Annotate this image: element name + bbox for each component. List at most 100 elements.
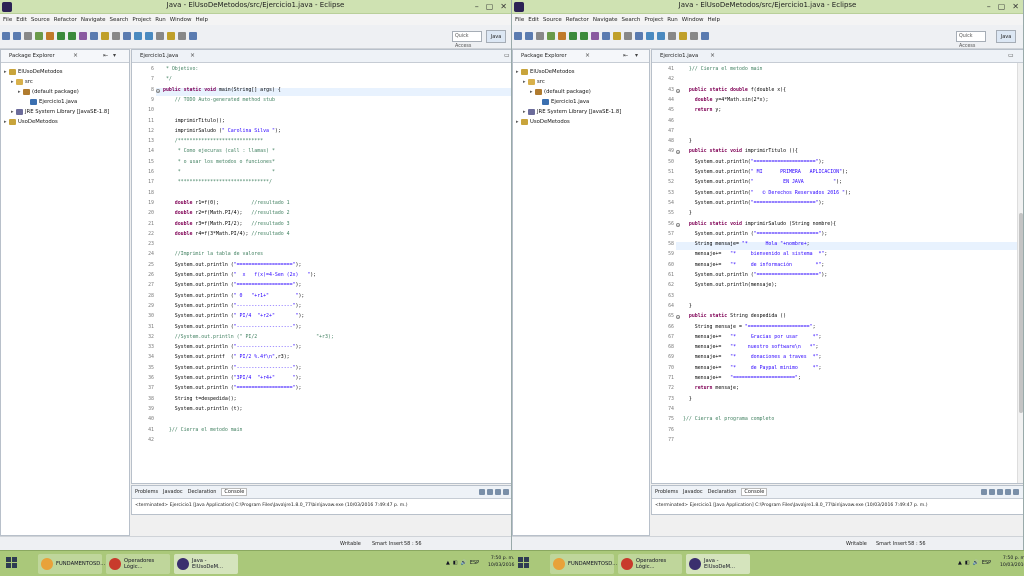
toolbar-tool-icon[interactable] — [123, 32, 131, 40]
input-language[interactable]: ESP — [470, 560, 479, 566]
taskbar-app-button[interactable]: Operadores Lógic... — [618, 554, 682, 574]
toolbar-tool-icon[interactable] — [624, 32, 632, 40]
menu-navigate[interactable]: Navigate — [81, 17, 106, 23]
toolbar-tool-icon[interactable] — [13, 32, 21, 40]
show-hidden-icon[interactable]: ▲ — [958, 560, 962, 566]
tab-javadoc[interactable]: Javadoc — [683, 489, 703, 495]
toolbar-tool-icon[interactable] — [679, 32, 687, 40]
vertical-scrollbar[interactable] — [1017, 63, 1023, 483]
fold-toggle-icon[interactable]: − — [676, 88, 680, 93]
tab-declaration[interactable]: Declaration — [188, 489, 217, 495]
toolbar-tool-icon[interactable] — [613, 32, 621, 40]
maximize-button[interactable]: ▢ — [998, 2, 1006, 12]
tab-declaration[interactable]: Declaration — [708, 489, 737, 495]
minimize-view-icon[interactable]: ▭ — [1008, 52, 1014, 59]
toolbar-tool-icon[interactable] — [580, 32, 588, 40]
close-button[interactable]: ✕ — [500, 2, 507, 12]
toolbar-tool-icon[interactable] — [646, 32, 654, 40]
close-icon[interactable]: × — [710, 52, 715, 59]
minimize-view-icon[interactable]: ▭ — [504, 52, 510, 59]
tree-item[interactable]: ▸ UsoDeMetodos — [513, 117, 649, 127]
clear-console-icon[interactable] — [997, 489, 1003, 495]
java-perspective-button[interactable]: Java — [996, 30, 1016, 43]
clear-console-icon[interactable] — [495, 489, 501, 495]
taskbar-app-button[interactable]: Java - ElUsoDeM... — [686, 554, 750, 574]
title-bar[interactable]: Java - ElUsoDeMetodos/src/Ejercicio1.jav… — [512, 0, 1023, 14]
menu-refactor[interactable]: Refactor — [566, 17, 589, 23]
toolbar-tool-icon[interactable] — [2, 32, 10, 40]
code-area[interactable]: 41 }// Cierra el metodo main 42 43− public… — [652, 64, 1017, 483]
toolbar-tool-icon[interactable] — [35, 32, 43, 40]
toolbar-tool-icon[interactable] — [635, 32, 643, 40]
menu-project[interactable]: Project — [132, 17, 151, 23]
code-editor[interactable]: Ejercicio1.java × ▭ 6 * Objetivo: 7 */ 8− p… — [131, 49, 511, 484]
toolbar-tool-icon[interactable] — [145, 32, 153, 40]
toolbar-tool-icon[interactable] — [690, 32, 698, 40]
fold-toggle-icon[interactable]: − — [676, 315, 680, 320]
package-explorer-tab[interactable]: Package Explorer × ⇤ ▾ — [513, 50, 649, 63]
toolbar-tool-icon[interactable] — [24, 32, 32, 40]
editor-tab-ejercicio1[interactable]: Ejercicio1.java — [140, 53, 178, 59]
taskbar-app-button[interactable]: Operadores Lógic... — [106, 554, 170, 574]
tree-item[interactable]: Ejercicio1.java — [513, 97, 649, 107]
show-hidden-icon[interactable]: ▲ — [446, 560, 450, 566]
clock[interactable]: 7:50 p. m. 10/03/2016 — [488, 555, 514, 569]
java-perspective-button[interactable]: Java — [486, 30, 506, 43]
collapse-all-icon[interactable]: ⇤ — [623, 52, 628, 59]
scroll-lock-icon[interactable] — [1005, 489, 1011, 495]
close-icon[interactable]: × — [585, 52, 590, 59]
input-language[interactable]: ESP — [982, 560, 991, 566]
tree-item[interactable]: ▸ JRE System Library [JavaSE-1.8] — [1, 107, 129, 117]
tree-item[interactable]: ▸ UsoDeMetodos — [1, 117, 129, 127]
fold-toggle-icon[interactable]: − — [676, 150, 680, 155]
toolbar-tool-icon[interactable] — [569, 32, 577, 40]
menu-project[interactable]: Project — [644, 17, 663, 23]
scroll-lock-icon[interactable] — [503, 489, 509, 495]
terminate-icon[interactable] — [479, 489, 485, 495]
toolbar-tool-icon[interactable] — [536, 32, 544, 40]
close-button[interactable]: ✕ — [1012, 2, 1019, 12]
toolbar-tool-icon[interactable] — [79, 32, 87, 40]
toolbar-tool-icon[interactable] — [514, 32, 522, 40]
clock[interactable]: 7:50 p. m. 10/03/2016 — [1000, 555, 1024, 569]
toolbar-tool-icon[interactable] — [657, 32, 665, 40]
toolbar-tool-icon[interactable] — [112, 32, 120, 40]
menu-file[interactable]: File — [515, 17, 524, 23]
terminate-icon[interactable] — [981, 489, 987, 495]
network-icon[interactable]: ◧ — [453, 560, 458, 566]
menu-window[interactable]: Window — [170, 17, 192, 23]
tree-item[interactable]: ▸ (default package) — [1, 87, 129, 97]
toolbar-tool-icon[interactable] — [701, 32, 709, 40]
close-icon[interactable]: × — [73, 52, 78, 59]
menu-help[interactable]: Help — [195, 17, 208, 23]
remove-launch-icon[interactable] — [487, 489, 493, 495]
toolbar-tool-icon[interactable] — [189, 32, 197, 40]
menu-refactor[interactable]: Refactor — [54, 17, 77, 23]
toolbar-tool-icon[interactable] — [178, 32, 186, 40]
package-explorer-tab[interactable]: Package Explorer × ⇤ ▾ — [1, 50, 129, 63]
toolbar-tool-icon[interactable] — [167, 32, 175, 40]
taskbar-app-button[interactable]: FUNDAMENTOSD... — [550, 554, 617, 574]
tree-item[interactable]: Ejercicio1.java — [1, 97, 129, 107]
maximize-button[interactable]: ▢ — [486, 2, 494, 12]
menu-source[interactable]: Source — [31, 17, 50, 23]
menu-edit[interactable]: Edit — [16, 17, 27, 23]
minimize-button[interactable]: – — [987, 2, 991, 12]
menu-help[interactable]: Help — [707, 17, 720, 23]
tab-console[interactable]: Console — [741, 488, 768, 496]
tab-console[interactable]: Console — [221, 488, 248, 496]
volume-icon[interactable]: 🔊 — [461, 560, 467, 566]
tree-item[interactable]: ▸ ElUsoDeMetodos — [513, 67, 649, 77]
toolbar-tool-icon[interactable] — [525, 32, 533, 40]
editor-tab-ejercicio1[interactable]: Ejercicio1.java — [660, 53, 698, 59]
toolbar-tool-icon[interactable] — [602, 32, 610, 40]
toolbar-tool-icon[interactable] — [57, 32, 65, 40]
toolbar-tool-icon[interactable] — [668, 32, 676, 40]
toolbar-tool-icon[interactable] — [90, 32, 98, 40]
toolbar-tool-icon[interactable] — [558, 32, 566, 40]
menu-run[interactable]: Run — [155, 17, 166, 23]
remove-launch-icon[interactable] — [989, 489, 995, 495]
tree-item[interactable]: ▸ src — [1, 77, 129, 87]
collapse-all-icon[interactable]: ⇤ — [103, 52, 108, 59]
minimize-button[interactable]: – — [475, 2, 479, 12]
